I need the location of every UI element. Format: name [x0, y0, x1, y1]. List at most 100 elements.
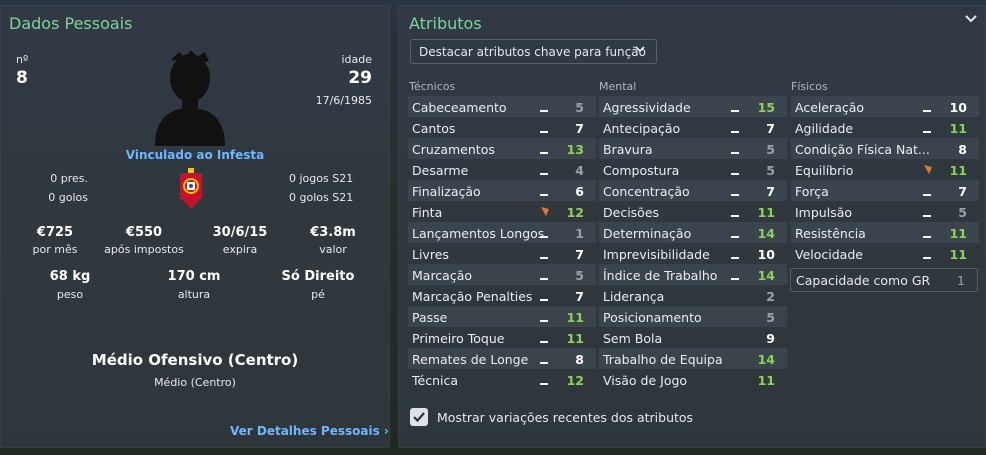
technical-attribute-value: 1 — [575, 226, 584, 241]
technical-attribute-name: Livres — [412, 247, 449, 262]
physical-attribute-row[interactable]: Resistência 11 — [791, 222, 979, 243]
mental-attribute-row[interactable]: Posicionamento 5 — [599, 306, 787, 327]
physical-attribute-row[interactable]: Condição Física Nat... 8 — [791, 138, 979, 159]
mental-attribute-row[interactable]: Concentração 7 — [599, 180, 787, 201]
physical-attribute-name: Aceleração — [795, 100, 865, 115]
technical-attribute-row[interactable]: Primeiro Toque 11 — [408, 327, 596, 348]
trend-flat-icon — [923, 226, 931, 241]
mental-attribute-name: Agressividade — [603, 100, 691, 115]
technical-attribute-row[interactable]: Livres 7 — [408, 243, 596, 264]
mental-attribute-row[interactable]: Sem Bola 9 — [599, 327, 787, 348]
mental-attribute-row[interactable]: Agressividade 15 — [599, 96, 787, 117]
mental-attribute-name: Índice de Trabalho — [603, 268, 718, 283]
mental-attribute-name: Sem Bola — [603, 331, 663, 346]
technical-attribute-row[interactable]: Passe 11 — [408, 306, 596, 327]
mental-attribute-value: 14 — [757, 226, 775, 241]
collapse-chevron-icon[interactable] — [963, 11, 979, 27]
mental-attribute-name: Compostura — [603, 163, 680, 178]
highlight-dropdown-label: Destacar atributos chave para função — [419, 45, 646, 59]
recent-changes-label: Mostrar variações recentes dos atributos — [437, 410, 694, 425]
technical-attribute-value: 7 — [575, 247, 584, 262]
technical-attribute-name: Finta — [412, 205, 443, 220]
mental-attribute-row[interactable]: Imprevisibilidade 10 — [599, 243, 787, 264]
technical-attribute-value: 8 — [575, 352, 584, 367]
trend-flat-icon — [540, 184, 548, 199]
technical-attribute-row[interactable]: Marcação Penalties 7 — [408, 285, 596, 306]
trend-flat-icon — [540, 226, 548, 241]
height-value: 170 cm — [167, 269, 221, 284]
attributes-title: Atributos — [409, 14, 482, 33]
trend-flat-icon — [540, 352, 548, 367]
wage-after-tax-value: €550 — [125, 225, 163, 240]
age-label: idade — [341, 53, 372, 66]
recent-changes-checkbox[interactable] — [410, 408, 428, 426]
wage-after-tax-label: após impostos — [104, 243, 184, 256]
technical-attribute-row[interactable]: Lançamentos Longos 1 — [408, 222, 596, 243]
mental-attribute-row[interactable]: Liderança 2 — [599, 285, 787, 306]
trend-flat-icon — [731, 163, 739, 178]
shirt-number-label: nº — [16, 53, 29, 66]
mental-attribute-value: 10 — [757, 247, 775, 262]
physical-attribute-row[interactable]: Impulsão 5 — [791, 201, 979, 222]
technical-attribute-value: 13 — [566, 142, 584, 157]
view-personal-details-link[interactable]: Ver Detalhes Pessoais › — [230, 424, 389, 438]
technical-attribute-name: Remates de Longe — [412, 352, 529, 367]
trend-flat-icon — [540, 289, 548, 304]
technical-attribute-row[interactable]: Desarme 4 — [408, 159, 596, 180]
physical-attribute-row[interactable]: Aceleração 10 — [791, 96, 979, 117]
contract-expiry-label: expira — [222, 243, 258, 256]
mental-attribute-value: 11 — [757, 373, 775, 388]
mental-attribute-name: Visão de Jogo — [603, 373, 688, 388]
physical-attribute-value: 5 — [958, 205, 967, 220]
physical-attribute-row[interactable]: Velocidade 11 — [791, 243, 979, 264]
shirt-number: 8 — [16, 68, 28, 88]
physical-attribute-name: Agilidade — [795, 121, 854, 136]
trend-flat-icon — [731, 100, 739, 115]
technical-attribute-name: Desarme — [412, 163, 469, 178]
technical-attribute-row[interactable]: Cantos 7 — [408, 117, 596, 138]
mental-attribute-row[interactable]: Índice de Trabalho 14 — [599, 264, 787, 285]
highlight-key-attributes-dropdown[interactable]: Destacar atributos chave para função — [410, 39, 657, 64]
checkmark-icon — [413, 412, 425, 423]
club-status-link[interactable]: Vinculado ao Infesta — [95, 148, 295, 162]
mental-attribute-row[interactable]: Antecipação 7 — [599, 117, 787, 138]
preferred-foot-value: Só Direito — [281, 269, 355, 284]
mental-attribute-row[interactable]: Bravura 5 — [599, 138, 787, 159]
mental-attribute-row[interactable]: Compostura 5 — [599, 159, 787, 180]
wage-label: por mês — [32, 243, 78, 256]
weight-value: 68 kg — [49, 269, 91, 284]
mental-attribute-row[interactable]: Trabalho de Equipa 14 — [599, 348, 787, 369]
technical-attribute-row[interactable]: Remates de Longe 8 — [408, 348, 596, 369]
market-value: €3.8m — [310, 225, 356, 240]
technical-attribute-name: Cabeceamento — [412, 100, 507, 115]
technical-attribute-row[interactable]: Cruzamentos 13 — [408, 138, 596, 159]
physical-attribute-row[interactable]: Força 7 — [791, 180, 979, 201]
physical-attribute-row[interactable]: Agilidade 11 — [791, 117, 979, 138]
personal-details-title: Dados Pessoais — [9, 14, 133, 33]
trend-flat-icon — [923, 121, 931, 136]
technical-attribute-row[interactable]: Cabeceamento 5 — [408, 96, 596, 117]
physical-attribute-row[interactable]: Equilíbrio 11 — [791, 159, 979, 180]
mental-attribute-name: Decisões — [603, 205, 660, 220]
trend-flat-icon — [540, 268, 548, 283]
mental-attribute-value: 5 — [766, 142, 775, 157]
mental-attribute-row[interactable]: Determinação 14 — [599, 222, 787, 243]
technical-attribute-value: 7 — [575, 289, 584, 304]
mental-attribute-name: Liderança — [603, 289, 665, 304]
technical-attribute-row[interactable]: Finalização 6 — [408, 180, 596, 201]
trend-flat-icon — [923, 205, 931, 220]
technical-attribute-row[interactable]: Técnica 12 — [408, 369, 596, 390]
technical-attributes-list: Cabeceamento 5 Cantos 7 Cruzamentos 13 Desarme… — [408, 96, 596, 390]
mental-attribute-row[interactable]: Decisões 11 — [599, 201, 787, 222]
technical-attribute-name: Cruzamentos — [412, 142, 495, 157]
technical-attribute-row[interactable]: Finta 12 — [408, 201, 596, 222]
trend-flat-icon — [731, 142, 739, 157]
technical-attribute-name: Marcação — [412, 268, 473, 283]
technical-attribute-row[interactable]: Marcação 5 — [408, 264, 596, 285]
secondary-position: Médio (Centro) — [154, 376, 236, 389]
mental-attribute-value: 5 — [766, 163, 775, 178]
birth-date: 17/6/1985 — [315, 94, 372, 107]
trend-flat-icon — [540, 100, 548, 115]
trend-down-arrow-icon — [924, 165, 932, 174]
mental-attribute-row[interactable]: Visão de Jogo 11 — [599, 369, 787, 390]
